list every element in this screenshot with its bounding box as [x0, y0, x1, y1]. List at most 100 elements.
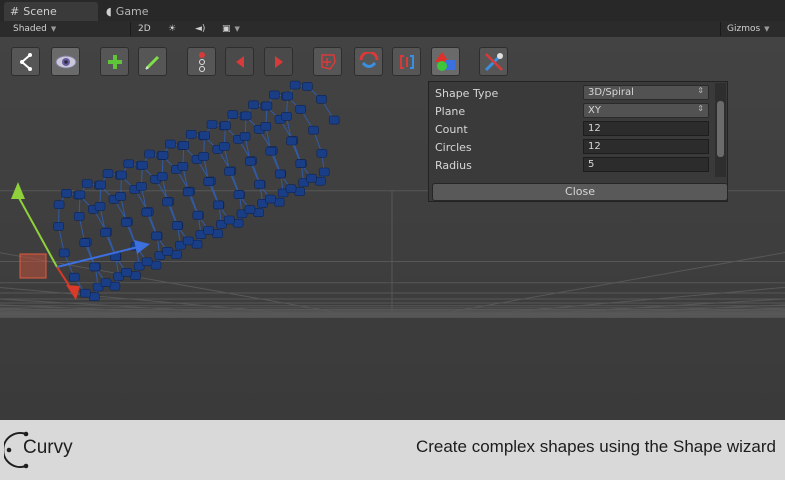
control-point[interactable]: [74, 190, 86, 200]
control-point[interactable]: [171, 250, 182, 259]
control-point[interactable]: [177, 162, 189, 171]
control-point[interactable]: [120, 218, 132, 227]
control-point[interactable]: [121, 267, 132, 277]
control-point[interactable]: [248, 100, 259, 110]
control-point[interactable]: [212, 229, 223, 238]
control-point[interactable]: [162, 197, 173, 207]
circles-field[interactable]: 12: [583, 139, 709, 154]
control-point[interactable]: [182, 187, 194, 197]
control-point[interactable]: [203, 226, 214, 235]
shape-wizard-button[interactable]: [431, 47, 460, 76]
scrollbar-thumb[interactable]: [717, 101, 724, 157]
control-point[interactable]: [192, 210, 204, 220]
control-point[interactable]: [73, 212, 85, 221]
shading-mode-dropdown[interactable]: Shaded ▼: [13, 23, 56, 35]
insert-point-button[interactable]: [187, 47, 216, 76]
control-point[interactable]: [281, 112, 292, 121]
control-point[interactable]: [80, 288, 91, 298]
control-point[interactable]: [144, 149, 155, 159]
control-point[interactable]: [156, 172, 168, 181]
control-point[interactable]: [273, 197, 285, 207]
control-point[interactable]: [308, 125, 319, 135]
control-point[interactable]: [182, 236, 194, 246]
plane-handle[interactable]: [19, 253, 47, 279]
plane-dropdown[interactable]: XY ⇕: [583, 103, 709, 118]
control-point[interactable]: [157, 151, 169, 160]
control-point[interactable]: [109, 281, 121, 291]
control-point[interactable]: [219, 142, 230, 151]
draw-spline-button[interactable]: [138, 47, 167, 76]
control-point[interactable]: [53, 200, 65, 209]
control-point[interactable]: [295, 105, 307, 114]
control-point[interactable]: [274, 169, 286, 179]
control-point[interactable]: [227, 110, 239, 119]
control-point[interactable]: [301, 82, 313, 91]
control-point[interactable]: [100, 278, 112, 288]
control-point[interactable]: [268, 90, 280, 100]
control-point[interactable]: [265, 146, 277, 156]
control-point[interactable]: [53, 222, 64, 231]
radius-field[interactable]: 5: [583, 157, 709, 172]
previous-point-button[interactable]: [225, 47, 254, 76]
shape-type-dropdown[interactable]: 3D/Spiral ⇕: [583, 85, 709, 100]
add-spline-button[interactable]: [100, 47, 129, 76]
effects-dropdown[interactable]: ▣ ▼: [222, 23, 240, 35]
control-point[interactable]: [328, 115, 340, 125]
control-point[interactable]: [289, 80, 301, 90]
control-point[interactable]: [206, 120, 218, 129]
control-point[interactable]: [220, 121, 231, 130]
control-point[interactable]: [316, 149, 328, 158]
control-point[interactable]: [295, 159, 307, 168]
control-point[interactable]: [199, 131, 210, 140]
control-point[interactable]: [165, 139, 176, 149]
visibility-button[interactable]: [51, 47, 80, 76]
control-point[interactable]: [68, 272, 80, 282]
control-point[interactable]: [265, 194, 276, 204]
control-point[interactable]: [198, 152, 209, 161]
control-point[interactable]: [306, 173, 317, 183]
control-point[interactable]: [102, 169, 114, 178]
control-point[interactable]: [89, 292, 100, 302]
control-point[interactable]: [239, 132, 251, 141]
control-point[interactable]: [213, 200, 224, 210]
control-point[interactable]: [116, 170, 127, 180]
control-point[interactable]: [137, 160, 148, 170]
tools-button[interactable]: [479, 47, 508, 76]
control-point[interactable]: [115, 192, 126, 201]
control-point[interactable]: [286, 136, 297, 146]
control-point[interactable]: [79, 238, 91, 247]
2d-toggle[interactable]: 2D: [138, 23, 151, 35]
bracket-button[interactable]: [392, 47, 421, 76]
control-point[interactable]: [285, 184, 297, 193]
control-point[interactable]: [318, 167, 330, 177]
control-point[interactable]: [203, 177, 215, 186]
control-point[interactable]: [81, 179, 93, 188]
control-point[interactable]: [162, 247, 173, 256]
lighting-toggle[interactable]: ☀: [168, 23, 176, 35]
control-point[interactable]: [260, 122, 272, 131]
control-point[interactable]: [141, 207, 153, 217]
control-point[interactable]: [224, 167, 235, 176]
next-point-button[interactable]: [264, 47, 293, 76]
wizard-scrollbar[interactable]: [715, 83, 726, 177]
control-point[interactable]: [95, 180, 106, 190]
close-button[interactable]: Close: [432, 183, 728, 201]
control-point[interactable]: [185, 130, 197, 139]
tab-scene[interactable]: # Scene: [4, 2, 98, 21]
control-point[interactable]: [282, 91, 294, 101]
control-point[interactable]: [130, 271, 141, 281]
control-point[interactable]: [316, 95, 327, 104]
control-point[interactable]: [244, 157, 256, 166]
audio-toggle[interactable]: ◄): [195, 23, 205, 35]
select-shape-button[interactable]: [313, 47, 342, 76]
control-point[interactable]: [178, 141, 190, 150]
control-point[interactable]: [261, 101, 273, 111]
control-point[interactable]: [100, 228, 111, 237]
tab-game[interactable]: ◖ Game: [100, 2, 182, 21]
control-point[interactable]: [224, 215, 235, 225]
snap-button[interactable]: [354, 47, 383, 76]
control-point[interactable]: [136, 182, 147, 191]
gizmos-dropdown[interactable]: Gizmos ▼: [727, 23, 770, 35]
control-point[interactable]: [123, 159, 135, 169]
curvy-logo-button[interactable]: [11, 47, 40, 76]
